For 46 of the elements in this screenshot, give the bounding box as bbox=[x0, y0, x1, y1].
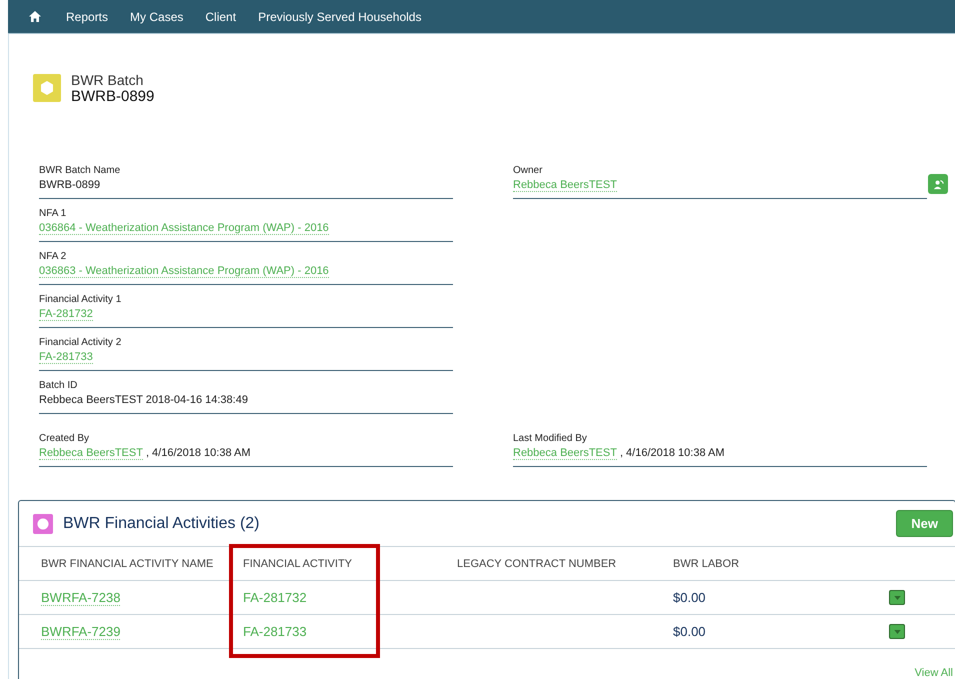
field-label: NFA 1 bbox=[39, 208, 68, 219]
home-icon[interactable] bbox=[29, 11, 41, 22]
table-cell: $0.00 bbox=[673, 590, 706, 605]
record-link[interactable]: FA-281733 bbox=[243, 624, 307, 639]
field-label: Created By bbox=[39, 433, 90, 444]
new-button[interactable]: New bbox=[896, 510, 953, 537]
field-label: BWR Batch Name bbox=[39, 165, 122, 176]
column-header: BWR FINANCIAL ACTIVITY NAME bbox=[41, 558, 214, 570]
field-label: Financial Activity 2 bbox=[39, 337, 122, 348]
row-menu-button[interactable] bbox=[889, 590, 905, 605]
nav-link[interactable]: Previously Served Households bbox=[247, 10, 432, 24]
field-value: Rebbeca BeersTEST 2018-04-16 14:38:49 bbox=[39, 394, 248, 406]
field-link[interactable]: FA-281733 bbox=[39, 351, 93, 364]
field-label: Financial Activity 1 bbox=[39, 294, 122, 305]
field-link[interactable]: 036863 - Weatherization Assistance Program (WAP) - 2016 bbox=[39, 265, 329, 278]
row-menu-button[interactable] bbox=[889, 624, 905, 639]
field-link[interactable]: FA-281732 bbox=[39, 308, 93, 321]
record-name: BWRB-0899 bbox=[71, 88, 154, 104]
field-link[interactable]: Rebbeca BeersTEST bbox=[513, 179, 617, 192]
person-icon bbox=[932, 178, 944, 190]
nav-link[interactable]: Reports bbox=[55, 10, 120, 24]
record-link[interactable]: FA-281732 bbox=[243, 590, 307, 605]
record-type: BWR Batch bbox=[71, 72, 144, 88]
field-label: Last Modified By bbox=[513, 433, 588, 444]
view-all-link[interactable]: View All bbox=[914, 667, 953, 679]
field-link[interactable]: Rebbeca BeersTEST bbox=[39, 447, 143, 460]
nav-link[interactable]: Client bbox=[194, 10, 248, 24]
column-header: LEGACY CONTRACT NUMBER bbox=[457, 558, 618, 570]
record-link[interactable]: BWRFA-7238 bbox=[41, 590, 120, 606]
field-link[interactable]: Rebbeca BeersTEST bbox=[513, 447, 617, 460]
nav-link[interactable]: My Cases bbox=[119, 10, 194, 24]
field-label: Batch ID bbox=[39, 380, 78, 391]
caret-icon bbox=[894, 596, 900, 600]
caret-icon bbox=[894, 630, 900, 634]
record-link[interactable]: BWRFA-7239 bbox=[41, 624, 120, 640]
change-owner-button[interactable] bbox=[928, 174, 948, 194]
related-list-title: BWR Financial Activities (2) bbox=[63, 514, 260, 532]
field-date: , 4/16/2018 10:38 AM bbox=[146, 447, 251, 459]
field-value: BWRB-0899 bbox=[39, 179, 100, 191]
table-cell: $0.00 bbox=[673, 624, 706, 639]
column-header: BWR LABOR bbox=[673, 558, 740, 570]
field-label: Owner bbox=[513, 165, 544, 176]
field-date: , 4/16/2018 10:38 AM bbox=[620, 447, 725, 459]
column-header: FINANCIAL ACTIVITY bbox=[243, 558, 354, 570]
field-link[interactable]: 036864 - Weatherization Assistance Program (WAP) - 2016 bbox=[39, 222, 329, 235]
field-label: NFA 2 bbox=[39, 251, 68, 262]
